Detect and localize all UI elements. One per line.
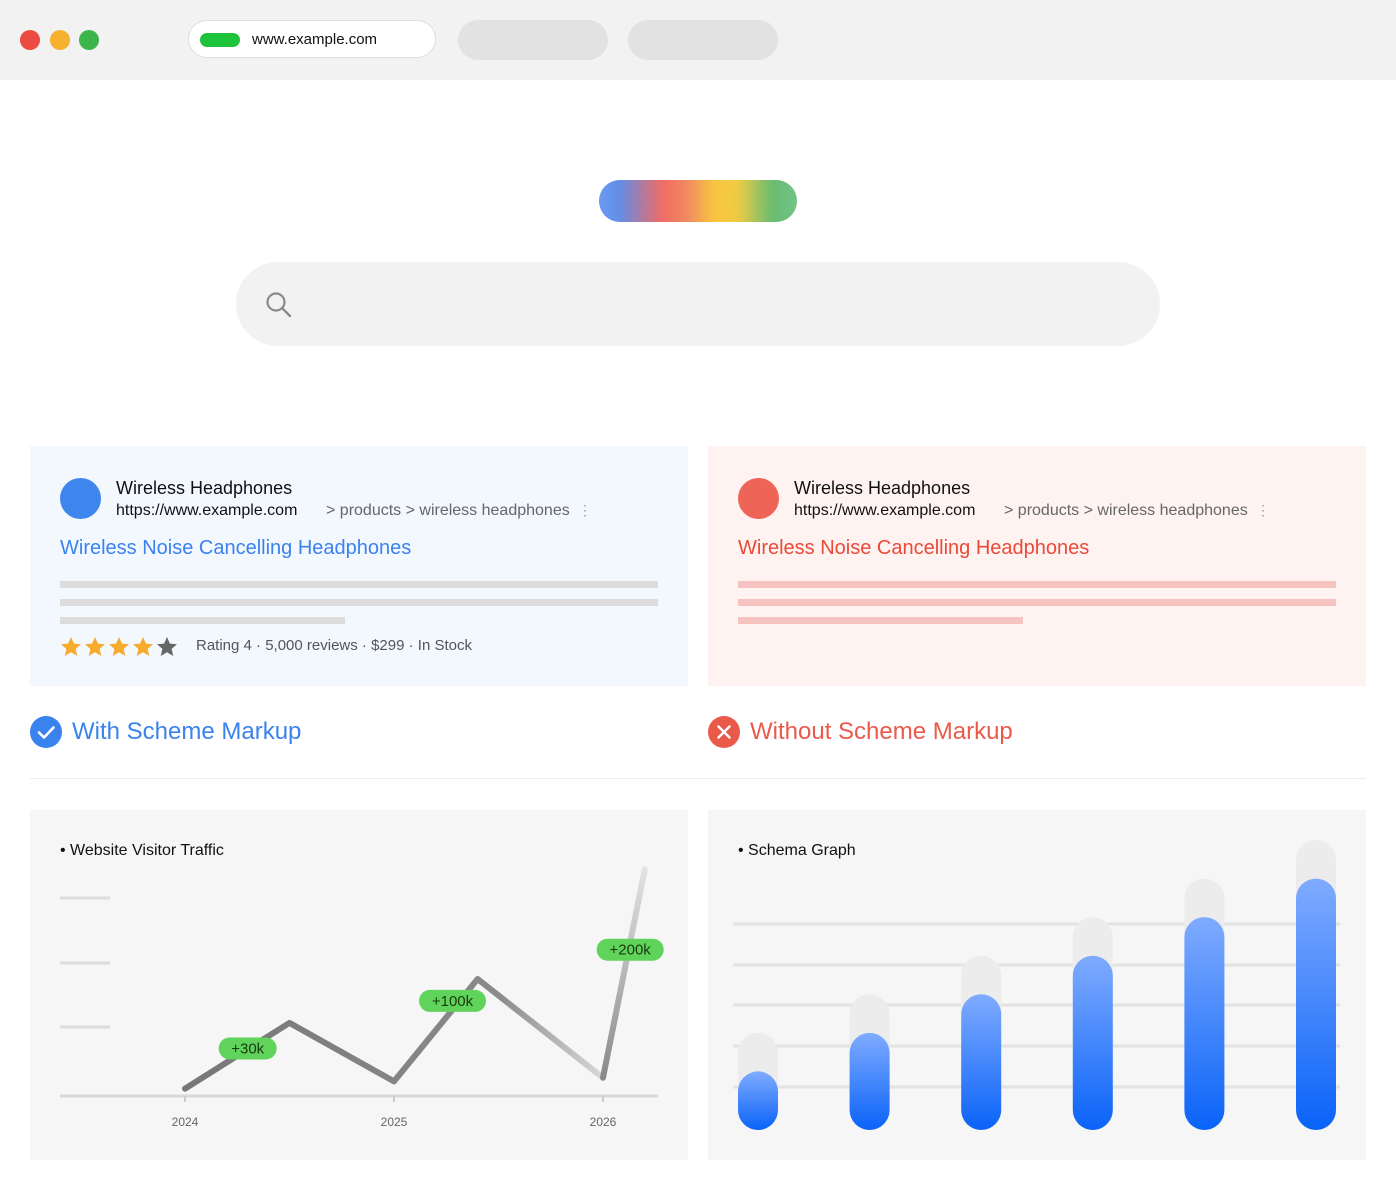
result-breadcrumb: > products > wireless headphones [326, 502, 570, 519]
address-bar[interactable]: www.example.com [188, 20, 436, 58]
schema-chart-title: • Schema Graph [738, 842, 856, 859]
x-tick-label: 2025 [381, 1115, 408, 1129]
schema-bar [849, 1032, 890, 1130]
star-filled-icon [61, 637, 81, 656]
result-title-link[interactable]: Wireless Noise Cancelling Headphones [60, 537, 411, 560]
minimize-window-dot[interactable] [50, 30, 70, 50]
search-input[interactable] [236, 262, 1160, 346]
caption-without-markup: Without Scheme Markup [750, 718, 1013, 745]
rating-stars [60, 636, 180, 658]
annotation-label: +30k [231, 1040, 264, 1057]
search-engine-logo [599, 180, 797, 222]
x-tick-label: 2024 [172, 1115, 199, 1129]
snippet-line [738, 581, 1336, 588]
star-filled-icon [85, 637, 105, 656]
traffic-chart-panel: 2024 2025 2026 +30k +100k +200k • Website Vis… [30, 810, 688, 1160]
star-filled-icon [133, 637, 153, 656]
annotation-label: +200k [610, 942, 652, 959]
section-divider [30, 778, 1366, 779]
more-options-icon[interactable]: ⋮ [1256, 502, 1270, 519]
schema-bar [738, 1071, 778, 1130]
search-result-without-markup: Wireless Headphones https://www.example.… [708, 446, 1366, 686]
traffic-line-chart: 2024 2025 2026 +30k +100k +200k [60, 866, 664, 1129]
x-circle-icon [708, 716, 740, 748]
snippet-line [60, 581, 658, 588]
traffic-series-line [182, 975, 606, 1092]
x-tick-label: 2026 [590, 1115, 617, 1129]
secure-indicator-icon [200, 33, 240, 47]
snippet-line [60, 617, 345, 624]
tab-placeholder-2[interactable] [628, 20, 778, 60]
schema-chart-panel: • Schema Graph [708, 810, 1366, 1160]
schema-bar-chart [733, 840, 1340, 1130]
schema-bar [1072, 955, 1113, 1130]
schema-bar [961, 994, 1002, 1130]
traffic-series-tail [600, 866, 648, 1081]
result-title-link[interactable]: Wireless Noise Cancelling Headphones [738, 537, 1089, 560]
caption-with-markup: With Scheme Markup [72, 718, 302, 745]
result-url[interactable]: https://www.example.com [116, 502, 297, 520]
result-url[interactable]: https://www.example.com [794, 502, 975, 520]
star-empty-icon [157, 637, 177, 656]
annotation-label: +100k [432, 993, 474, 1010]
more-options-icon[interactable]: ⋮ [578, 502, 592, 519]
close-window-dot[interactable] [20, 30, 40, 50]
result-site-name: Wireless Headphones [794, 478, 971, 498]
rich-snippet-meta: Rating 4 · 5,000 reviews · $299 · In Sto… [196, 637, 472, 654]
maximize-window-dot[interactable] [79, 30, 99, 50]
search-icon[interactable] [264, 290, 294, 320]
schema-bar [1296, 878, 1336, 1130]
search-result-with-markup: Wireless Headphones https://www.example.… [30, 446, 688, 686]
browser-toolbar: www.example.com [0, 0, 1396, 80]
snippet-line [738, 599, 1336, 606]
traffic-chart-title: • Website Visitor Traffic [60, 842, 224, 859]
result-breadcrumb: > products > wireless headphones [1004, 502, 1248, 519]
snippet-line [60, 599, 658, 606]
schema-bar [1184, 917, 1225, 1130]
site-favicon [60, 478, 101, 519]
tab-placeholder-1[interactable] [458, 20, 608, 60]
snippet-line [738, 617, 1023, 624]
star-filled-icon [109, 637, 129, 656]
address-url: www.example.com [252, 31, 378, 48]
check-circle-icon [30, 716, 62, 748]
site-favicon [738, 478, 779, 519]
result-site-name: Wireless Headphones [116, 478, 293, 498]
